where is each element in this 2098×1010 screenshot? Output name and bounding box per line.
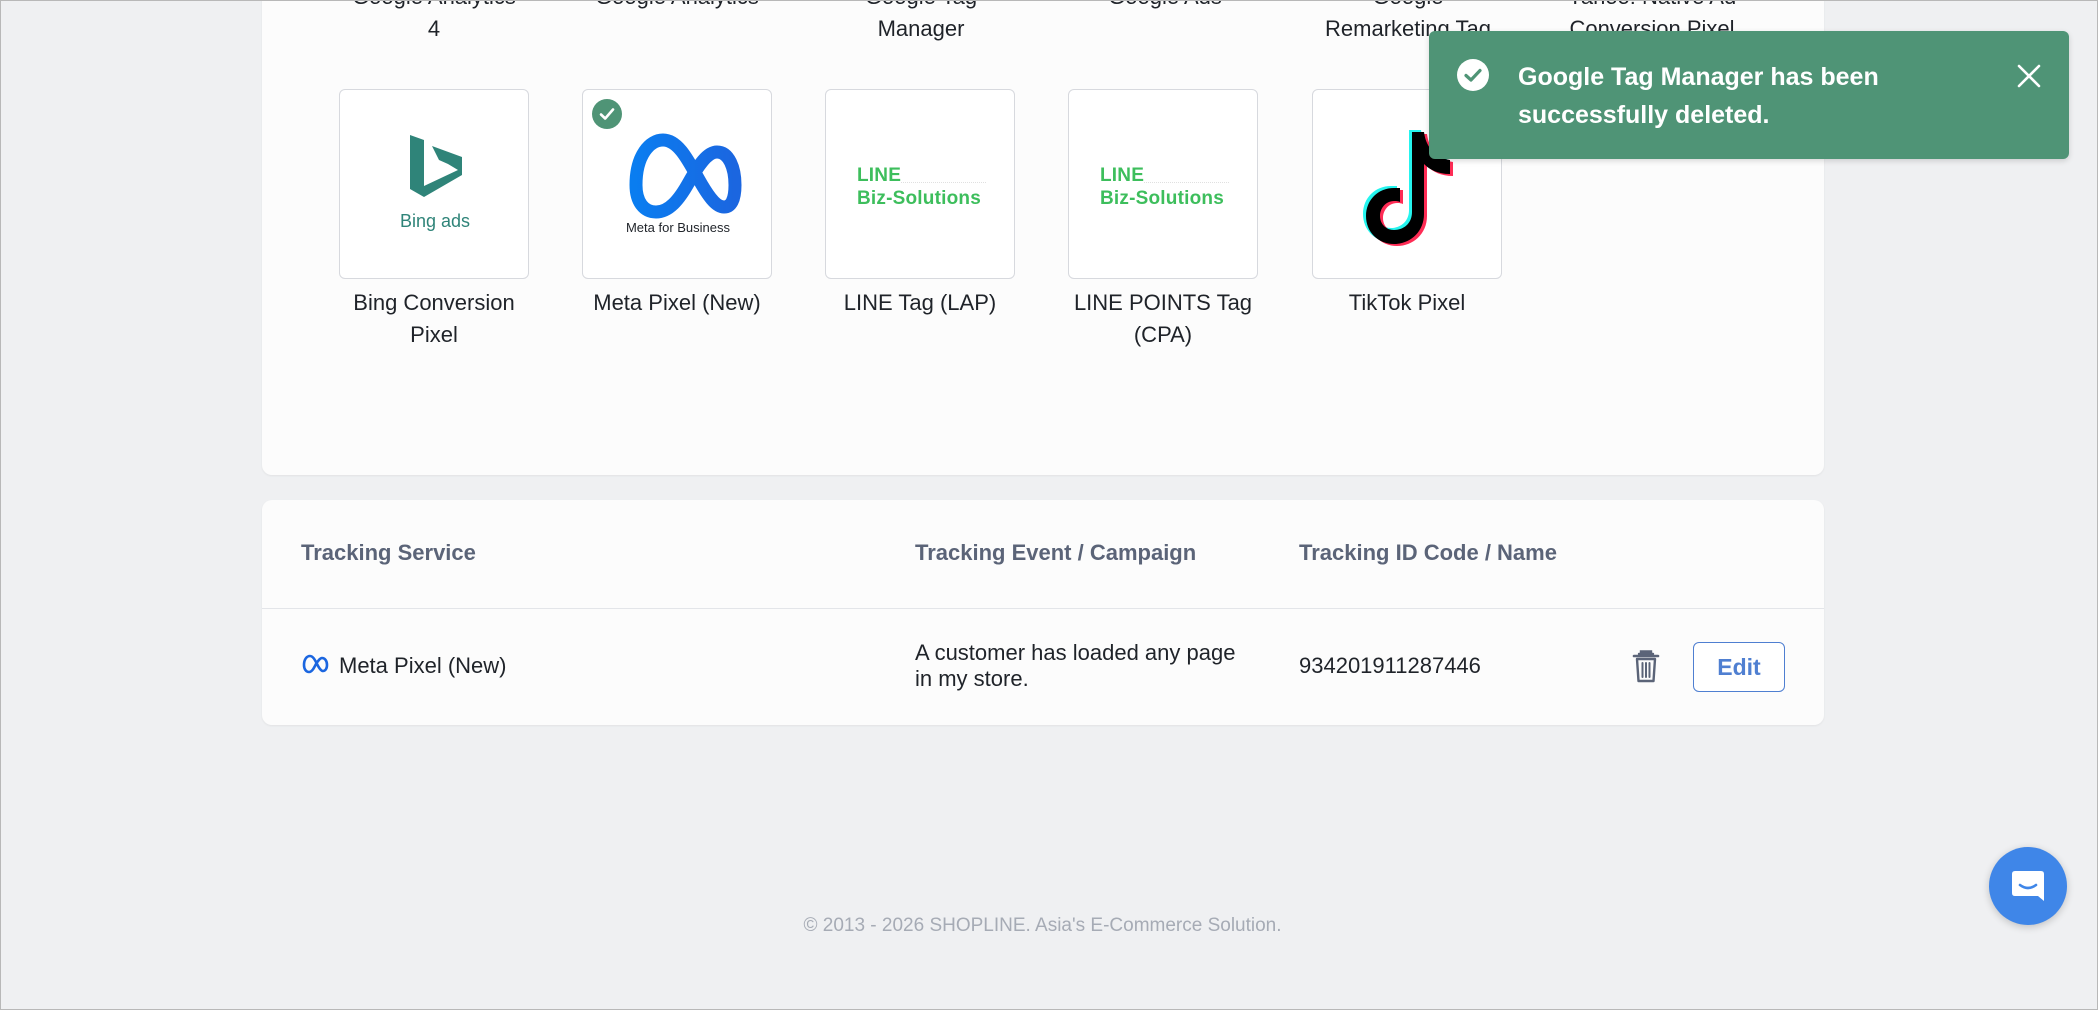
line-logo-icon: LINE Biz-Solutions — [857, 164, 987, 210]
meta-logo-icon — [302, 654, 329, 674]
header-tracking-id: Tracking ID Code / Name — [1299, 540, 1557, 565]
tile-line-tag-lap[interactable]: LINE Biz-Solutions — [825, 89, 1015, 279]
tile-label-line-tag-lap: LINE Tag (LAP) — [843, 290, 997, 315]
chat-bubble-icon — [2012, 871, 2044, 901]
row-event-description: A customer has loaded any page in my sto… — [915, 640, 1236, 691]
tile-label-google-analytics[interactable]: Google Analytics — [567, 1, 787, 13]
bing-logo-text: Bing ads — [399, 211, 471, 231]
tracking-table: Tracking Service Tracking Event / Campai… — [262, 500, 1824, 725]
bing-logo-icon — [410, 135, 462, 197]
row-service-name: Meta Pixel (New) — [339, 653, 507, 678]
table-divider — [262, 608, 1824, 609]
trash-icon[interactable] — [1630, 650, 1662, 684]
tile-label-google-analytics-4[interactable]: Google Analytics 4 — [324, 1, 544, 45]
toast-message: Google Tag Manager has been successfully… — [1518, 63, 1879, 129]
header-tracking-event: Tracking Event / Campaign — [915, 540, 1197, 565]
app-window: Google Analytics 4 Google Analytics Goog… — [0, 0, 2098, 1010]
close-icon[interactable] — [2014, 61, 2044, 91]
line-logo-icon: LINE Biz-Solutions — [1100, 164, 1230, 210]
tile-label-tiktok-pixel: TikTok Pixel — [1348, 290, 1466, 315]
footer-copyright: © 2013 - 2026 SHOPLINE. Asia's E-Commerc… — [803, 915, 1282, 936]
tile-meta-pixel[interactable]: Meta for Business — [582, 89, 772, 279]
header-tracking-service: Tracking Service — [301, 540, 476, 565]
check-circle-icon — [1457, 59, 1489, 91]
edit-button[interactable]: Edit — [1693, 642, 1785, 692]
meta-logo-icon — [629, 133, 742, 219]
meta-logo-text: Meta for Business — [625, 220, 731, 235]
tile-label-google-tag-manager[interactable]: Google Tag Manager — [811, 1, 1031, 45]
tile-line-points-tag[interactable]: LINE Biz-Solutions — [1068, 89, 1258, 279]
tile-label-meta-pixel: Meta Pixel (New) — [593, 290, 761, 315]
tile-label-bing-conversion-pixel: Bing Conversion Pixel — [353, 290, 515, 347]
row-tracking-id: 934201911287446 — [1299, 653, 1481, 678]
chat-button[interactable] — [1989, 847, 2067, 925]
tile-label-google-ads[interactable]: Google Ads — [1055, 1, 1275, 13]
tile-bing-conversion-pixel[interactable]: Bing ads — [339, 89, 529, 279]
success-toast: Google Tag Manager has been successfully… — [1429, 31, 2069, 159]
tile-label-line-points-tag: LINE POINTS Tag (CPA) — [1073, 290, 1253, 347]
